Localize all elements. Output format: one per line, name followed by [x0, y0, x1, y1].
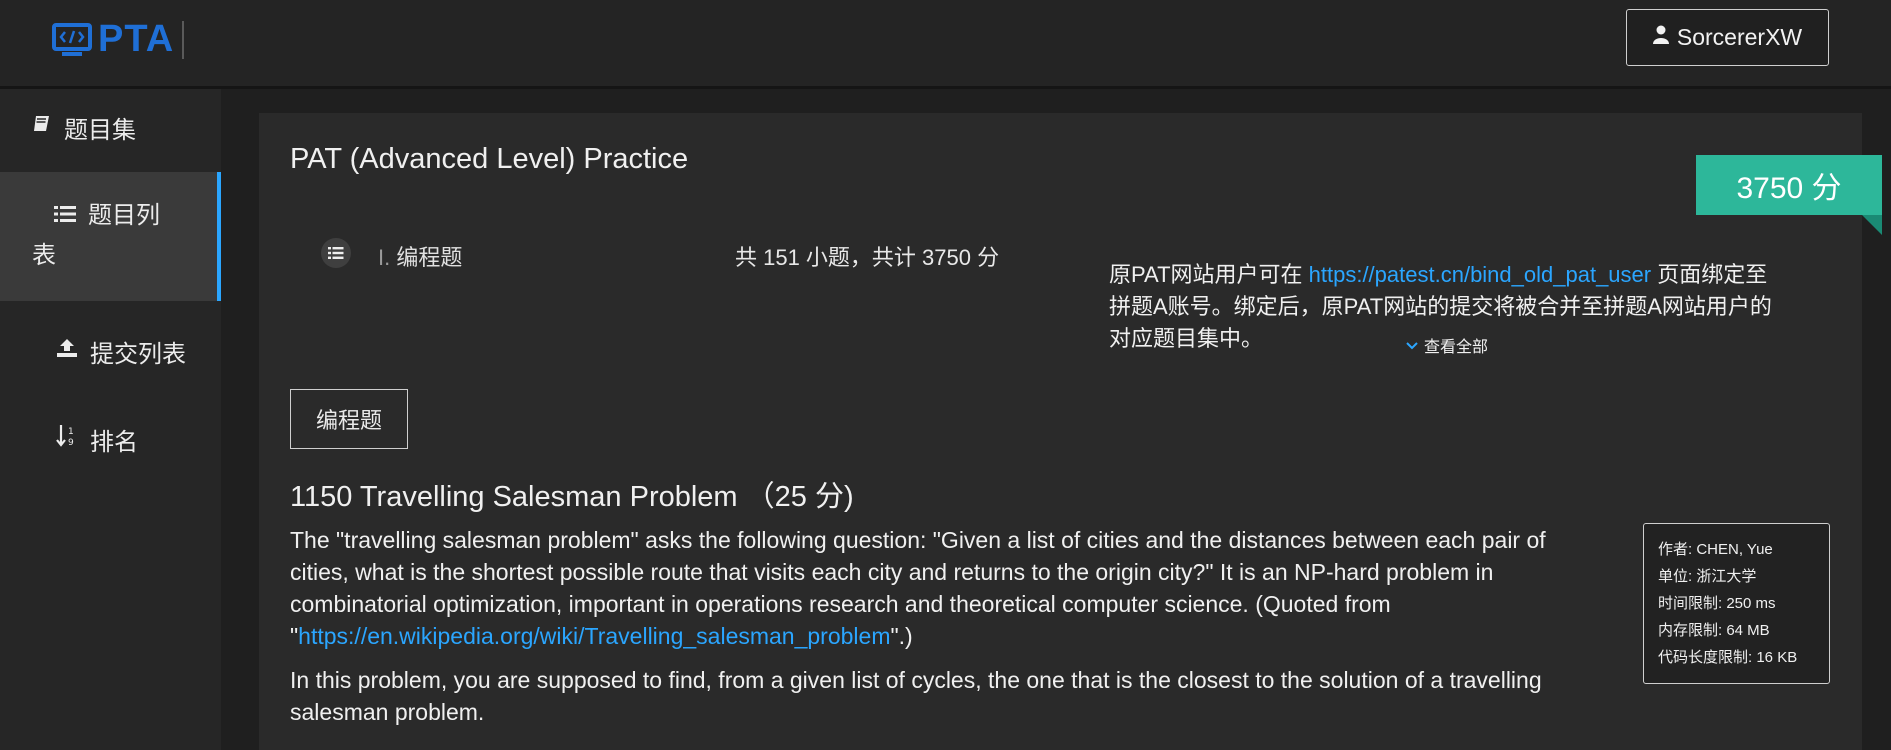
problem-title: 1150 Travelling Salesman Problem （25 分)	[290, 481, 854, 513]
problem-info-box: 作者: CHEN, Yue 单位: 浙江大学 时间限制: 250 ms 内存限制…	[1643, 523, 1830, 684]
sidebar-item-label: 排名	[90, 428, 138, 456]
sidebar-item-label: 提交列表	[90, 340, 186, 368]
sort-numeric-icon: 19	[56, 424, 78, 455]
svg-text:9: 9	[68, 438, 74, 448]
tab-programming[interactable]: 编程题	[290, 389, 408, 449]
info-author: 作者: CHEN, Yue	[1658, 541, 1773, 558]
monitor-code-icon	[52, 22, 92, 58]
sidebar-item-label: 题目列表	[32, 202, 160, 269]
list-icon	[54, 196, 76, 236]
wikipedia-link[interactable]: https://en.wikipedia.org/wiki/Travelling…	[298, 623, 890, 649]
sidebar-item-submissions[interactable]: 提交列表	[0, 321, 221, 381]
problem-description: The "travelling salesman problem" asks t…	[290, 524, 1605, 740]
chevron-down-icon	[1406, 337, 1418, 353]
section-label: 编程题	[396, 245, 463, 270]
paragraph-text-end: ".)	[890, 623, 913, 649]
book-icon	[32, 113, 52, 141]
info-time-limit: 时间限制: 250 ms	[1658, 595, 1776, 612]
pta-logo[interactable]: PTA	[52, 18, 185, 61]
user-icon	[1652, 24, 1669, 51]
upload-icon	[56, 337, 78, 365]
logo-text: PTA	[98, 18, 175, 60]
sidebar-item-problem-sets[interactable]: 题目集	[0, 97, 221, 157]
info-code-limit: 代码长度限制: 16 KB	[1658, 649, 1798, 666]
sidebar-item-problem-list[interactable]: 题目列表	[0, 172, 221, 301]
badge-ribbon-tail	[1862, 215, 1882, 235]
view-all-label: 查看全部	[1424, 339, 1489, 356]
problem-paragraph: The "travelling salesman problem" asks t…	[290, 524, 1605, 652]
bind-account-link[interactable]: https://patest.cn/bind_old_pat_user	[1309, 262, 1651, 287]
sidebar: 题目集 题目列表 提交列表 19 排名	[0, 89, 221, 750]
info-unit: 单位: 浙江大学	[1658, 568, 1757, 585]
svg-text:1: 1	[68, 427, 74, 437]
section-programming[interactable]: I. 编程题	[378, 240, 462, 272]
view-all-button[interactable]: 查看全部	[1406, 333, 1488, 357]
info-memory-limit: 内存限制: 64 MB	[1658, 622, 1770, 639]
problem-paragraph: In this problem, you are supposed to fin…	[290, 667, 1542, 725]
sidebar-item-ranking[interactable]: 19 排名	[0, 409, 221, 469]
notice-prefix: 原PAT网站用户可在	[1109, 262, 1309, 287]
section-summary: 共 151 小题，共计 3750 分	[735, 245, 1000, 270]
user-name: SorcererXW	[1676, 24, 1803, 50]
sidebar-item-label: 题目集	[64, 116, 136, 144]
list-circle-icon	[321, 238, 351, 268]
page-title: PAT (Advanced Level) Practice	[290, 143, 689, 175]
top-bar: PTA SorcererXW	[0, 0, 1891, 89]
logo-divider	[182, 20, 185, 59]
section-index: I.	[378, 245, 391, 270]
total-score-badge: 3750 分	[1696, 155, 1882, 215]
user-menu-button[interactable]: SorcererXW	[1626, 9, 1829, 66]
